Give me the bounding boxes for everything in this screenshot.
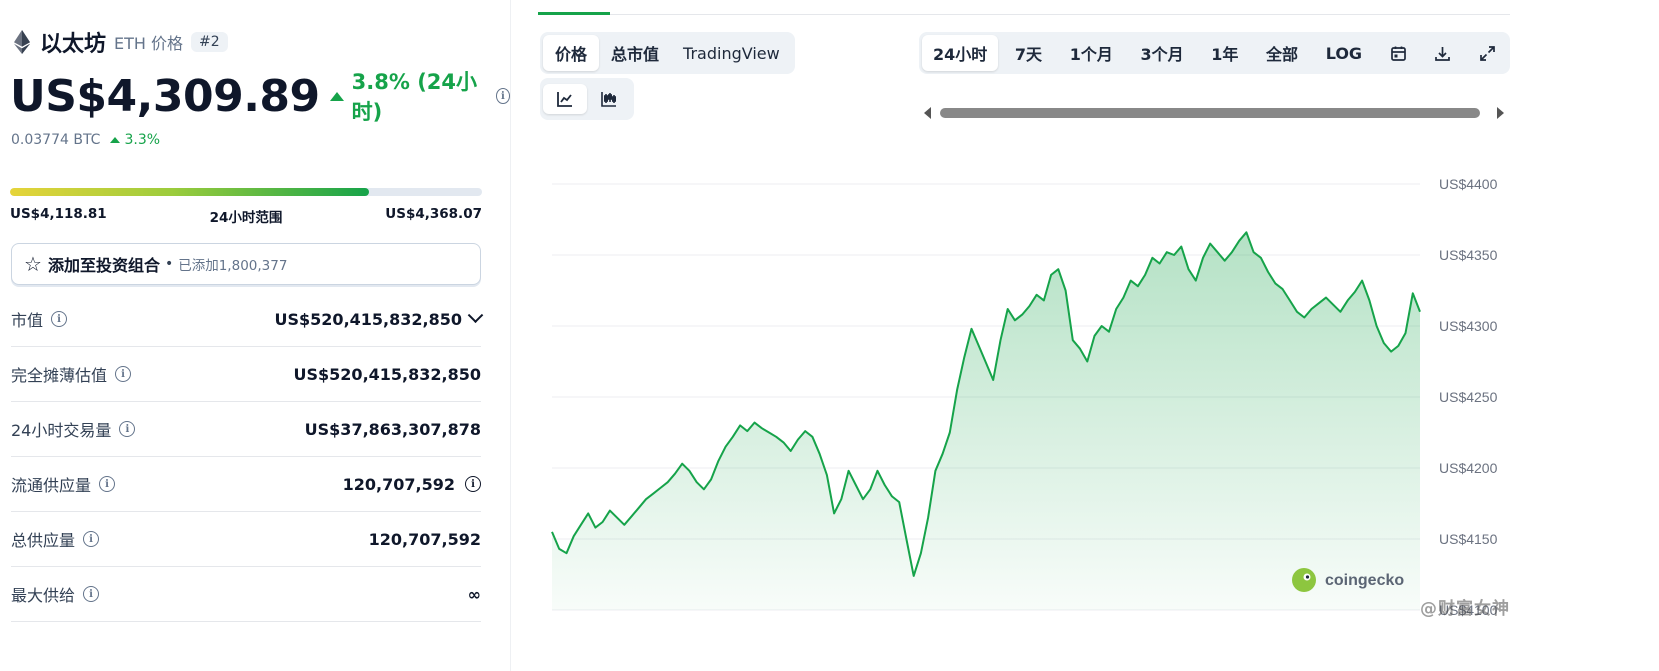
stat-label: 最大供给 bbox=[11, 586, 76, 605]
btc-change-text: 3.3% bbox=[124, 132, 161, 148]
stat-value: ∞ bbox=[467, 584, 481, 604]
portfolio-label: 添加至投资组合 bbox=[47, 256, 160, 275]
range-labels: US$4,118.81 24小时范围 US$4,368.07 bbox=[10, 206, 482, 226]
watermark: @财富女神 bbox=[1420, 599, 1510, 619]
current-price: US$4,309.89 bbox=[10, 70, 320, 122]
scroll-right-arrow-icon[interactable] bbox=[1497, 107, 1504, 119]
info-icon[interactable]: i bbox=[465, 476, 481, 492]
range-low: US$4,118.81 bbox=[10, 206, 107, 222]
active-tab-indicator bbox=[538, 12, 610, 15]
stat-label: 流通供应量 bbox=[11, 476, 92, 495]
info-icon[interactable]: i bbox=[115, 366, 132, 382]
stat-value: 120,707,592 i bbox=[343, 475, 481, 494]
y-tick-label: US$4250 bbox=[1439, 389, 1498, 405]
chevron-down-icon[interactable] bbox=[467, 306, 484, 323]
separator-dot: • bbox=[164, 256, 174, 272]
stat-row-market-cap: 市值 i US$520,415,832,850 bbox=[11, 292, 484, 347]
chart-scrollbar[interactable] bbox=[920, 104, 1510, 122]
range-high: US$4,368.07 bbox=[385, 206, 482, 222]
add-to-portfolio-button[interactable]: ☆ 添加至投资组合 • 已添加1,800,377 bbox=[11, 243, 481, 285]
tab-market-cap[interactable]: 总市值 bbox=[599, 35, 671, 71]
ethereum-icon bbox=[12, 29, 32, 55]
price-area bbox=[552, 232, 1420, 611]
up-arrow-icon bbox=[110, 137, 121, 143]
star-icon: ☆ bbox=[24, 252, 42, 276]
calendar-icon[interactable] bbox=[1379, 39, 1418, 68]
btc-price-row: 0.03774 BTC 3.3% bbox=[11, 132, 160, 148]
btc-change: 3.3% bbox=[110, 132, 160, 148]
tabs-baseline bbox=[538, 14, 1510, 15]
range-label: 24小时范围 bbox=[209, 210, 283, 226]
y-tick-label: US$4150 bbox=[1439, 531, 1498, 547]
candlestick-icon[interactable] bbox=[587, 84, 631, 114]
coingecko-logo: coingecko bbox=[1292, 568, 1404, 592]
price-row: US$4,309.89 3.8% (24小时) i bbox=[10, 66, 510, 126]
stat-row-fdv: 完全摊薄估值 i US$520,415,832,850 bbox=[11, 347, 481, 402]
range-bar bbox=[10, 188, 482, 196]
price-change-24h: 3.8% (24小时) bbox=[329, 66, 486, 126]
line-chart-icon[interactable] bbox=[543, 84, 587, 114]
chart-type-tabs: 价格 总市值 TradingView bbox=[540, 32, 795, 74]
range-24h[interactable]: 24小时 bbox=[922, 35, 999, 71]
range-1y[interactable]: 1年 bbox=[1200, 35, 1249, 71]
range-bar-fill bbox=[10, 188, 369, 196]
panel-divider bbox=[510, 0, 511, 671]
up-arrow-icon bbox=[329, 91, 344, 101]
range-1m[interactable]: 1个月 bbox=[1059, 35, 1124, 71]
y-tick-label: US$4300 bbox=[1439, 318, 1498, 334]
portfolio-count: 已添加1,800,377 bbox=[178, 258, 288, 274]
y-axis-ticks: US$4100US$4150US$4200US$4250US$4300US$43… bbox=[1439, 176, 1498, 618]
info-icon[interactable]: i bbox=[99, 476, 116, 492]
stat-label: 市值 bbox=[11, 311, 44, 330]
coin-header: 以太坊 ETH 价格 #2 bbox=[12, 26, 228, 58]
stat-label: 总供应量 bbox=[11, 531, 76, 550]
range-log[interactable]: LOG bbox=[1315, 38, 1373, 69]
stat-row-total-supply: 总供应量 i 120,707,592 bbox=[11, 512, 481, 567]
time-range-tabs: 24小时 7天 1个月 3个月 1年 全部 LOG bbox=[919, 32, 1510, 74]
tab-tradingview[interactable]: TradingView bbox=[671, 38, 792, 69]
coin-name: 以太坊 bbox=[40, 32, 107, 57]
y-tick-label: US$4350 bbox=[1439, 247, 1498, 263]
chart-mode-tabs bbox=[540, 78, 634, 120]
range-7d[interactable]: 7天 bbox=[1004, 35, 1053, 71]
coin-overview-panel: 以太坊 ETH 价格 #2 US$4,309.89 3.8% (24小时) i … bbox=[0, 0, 510, 671]
stat-row-max-supply: 最大供给 i ∞ bbox=[11, 567, 481, 622]
range-all[interactable]: 全部 bbox=[1255, 35, 1309, 71]
expand-icon[interactable] bbox=[1468, 39, 1507, 68]
tab-price[interactable]: 价格 bbox=[543, 35, 600, 71]
info-icon[interactable]: i bbox=[119, 421, 136, 437]
scroll-left-arrow-icon[interactable] bbox=[924, 107, 931, 119]
stat-value[interactable]: US$520,415,832,850 bbox=[275, 306, 484, 329]
scrollbar-thumb[interactable] bbox=[940, 108, 1480, 118]
stat-row-volume: 24小时交易量 i US$37,863,307,878 bbox=[11, 402, 481, 457]
price-change-text: 3.8% (24小时) bbox=[351, 70, 478, 124]
info-icon[interactable]: i bbox=[495, 88, 510, 104]
coingecko-logo-text: coingecko bbox=[1325, 572, 1404, 589]
info-icon[interactable]: i bbox=[51, 311, 68, 327]
y-tick-label: US$4400 bbox=[1439, 176, 1498, 192]
stat-label: 完全摊薄估值 bbox=[11, 366, 108, 385]
stat-value: US$520,415,832,850 bbox=[293, 364, 481, 384]
range-3m[interactable]: 3个月 bbox=[1129, 35, 1194, 71]
stats-list: 市值 i US$520,415,832,850 完全摊薄估值 i US$520,… bbox=[11, 292, 484, 622]
btc-price: 0.03774 BTC bbox=[11, 132, 101, 148]
stat-row-circulating-supply: 流通供应量 i 120,707,592 i bbox=[11, 457, 481, 512]
stat-value: 120,707,592 bbox=[368, 529, 481, 549]
download-icon[interactable] bbox=[1423, 39, 1462, 68]
coin-symbol-label: ETH 价格 bbox=[114, 34, 184, 53]
stat-value: US$37,863,307,878 bbox=[304, 419, 481, 439]
rank-badge: #2 bbox=[191, 32, 228, 52]
info-icon[interactable]: i bbox=[83, 586, 100, 602]
price-chart[interactable]: US$4100US$4150US$4200US$4250US$4300US$43… bbox=[540, 160, 1515, 635]
info-icon[interactable]: i bbox=[83, 531, 100, 547]
y-tick-label: US$4200 bbox=[1439, 460, 1498, 476]
stat-label: 24小时交易量 bbox=[11, 421, 112, 440]
